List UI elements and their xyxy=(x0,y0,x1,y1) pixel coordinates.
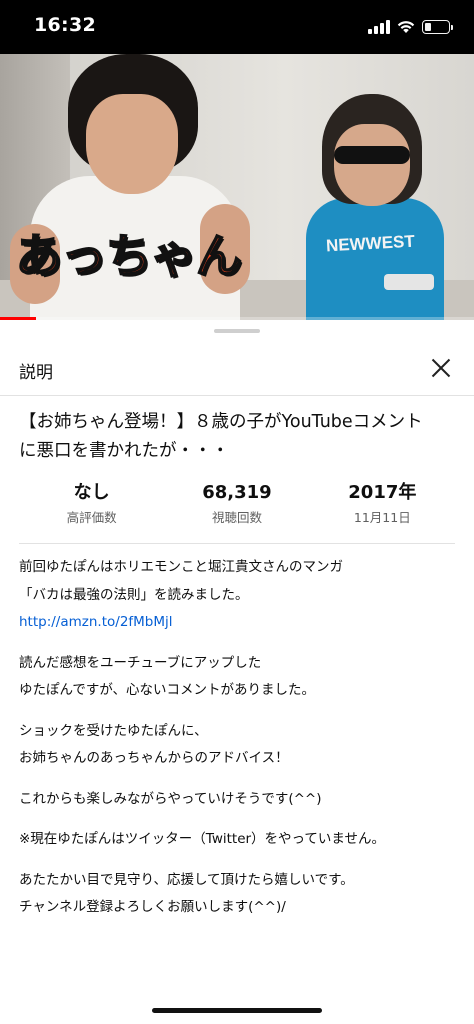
stat-label: 11月11日 xyxy=(353,510,411,525)
video-title: 【お姉ちゃん登場！】８歳の子がYouTubeコメント に悪口を書かれたが・・・ xyxy=(19,408,455,466)
status-bar: 16:32 xyxy=(0,0,474,54)
wifi-icon xyxy=(397,21,415,33)
video-player[interactable]: NEWWEST あっちゃん xyxy=(0,54,474,320)
home-indicator[interactable] xyxy=(152,1008,322,1013)
description-text: 前回ゆたぽんはホリエモンこと堀江貴文さんのマンガ 「バカは最強の法則」を読みまし… xyxy=(19,554,459,922)
description-line: ショックを受けたゆたぽんに、 xyxy=(19,722,208,739)
video-person-right: NEWWEST xyxy=(300,94,450,320)
status-icons xyxy=(368,18,453,36)
description-sheet: 説明 【お姉ちゃん登場！】８歳の子がYouTubeコメント に悪口を書かれたが・… xyxy=(0,320,474,1024)
description-line: 「バカは最強の法則」を読みました。 xyxy=(19,586,249,603)
video-caption: あっちゃん xyxy=(15,228,243,284)
drag-handle[interactable] xyxy=(214,329,260,333)
video-title-line: 【お姉ちゃん登場！】８歳の子がYouTubeコメント xyxy=(19,412,423,432)
stat-value: 2017年 xyxy=(348,482,417,503)
description-line: チャンネル登録よろしくお願いします(^^)/ xyxy=(19,899,286,915)
stat-value: 68,319 xyxy=(202,482,272,503)
description-line: これからも楽しみながらやっていけそうです(^^) xyxy=(19,790,322,807)
video-stats: なし 高評価数 68,319 視聴回数 2017年 11月11日 xyxy=(19,480,455,544)
description-line: お姉ちゃんのあっちゃんからのアドバイス！ xyxy=(19,750,289,766)
close-icon[interactable] xyxy=(422,350,458,386)
status-time: 16:32 xyxy=(34,14,96,36)
description-link[interactable]: http://amzn.to/2fMbMjl xyxy=(19,614,173,630)
description-line: あたたかい目で見守り、応援して頂けたら嬉しいです。 xyxy=(19,871,354,888)
description-line: 前回ゆたぽんはホリエモンこと堀江貴文さんのマンガ xyxy=(19,559,343,575)
stat-label: 視聴回数 xyxy=(211,510,262,525)
sheet-title: 説明 xyxy=(19,363,53,383)
stat-likes: なし 高評価数 xyxy=(19,480,164,543)
stat-date: 2017年 11月11日 xyxy=(310,480,455,543)
description-line: ゆたぽんですが、心ないコメントがありました。 xyxy=(19,682,316,698)
battery-icon xyxy=(422,20,453,34)
stat-value: なし xyxy=(73,482,110,503)
stat-views: 68,319 視聴回数 xyxy=(164,480,309,543)
signal-icon xyxy=(368,20,390,34)
video-title-line: に悪口を書かれたが・・・ xyxy=(19,441,229,461)
sheet-header: 説明 xyxy=(0,338,474,396)
stat-label: 高評価数 xyxy=(66,510,117,525)
description-line: ※現在ゆたぽんはツイッター（Twitter）をやっていません。 xyxy=(19,831,385,847)
description-line: 読んだ感想をユーチューブにアップした xyxy=(19,654,262,671)
